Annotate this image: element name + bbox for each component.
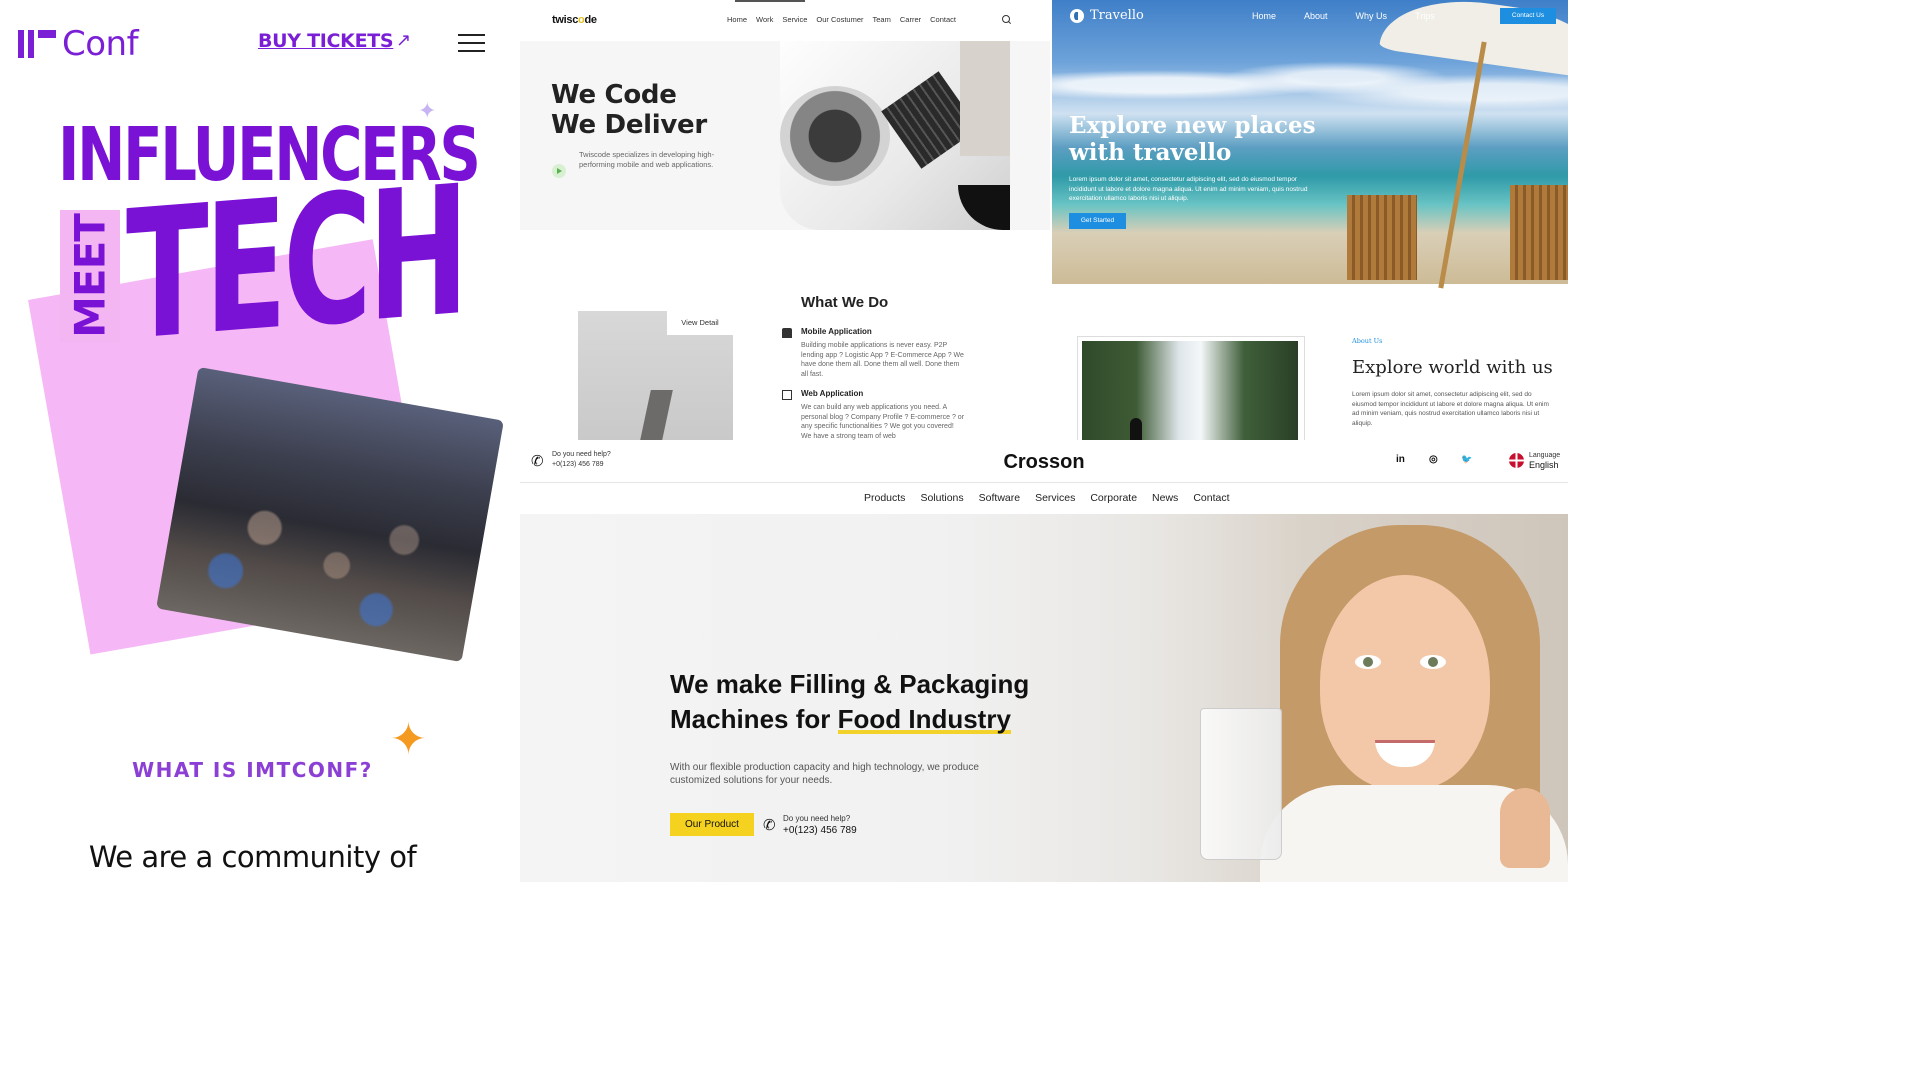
scroll-indicator xyxy=(735,0,805,2)
nav-home[interactable]: Home xyxy=(1252,11,1276,21)
travello-logo-text: Travello xyxy=(1090,8,1144,23)
travello-hero-title: Explore new places with travello xyxy=(1069,112,1316,166)
person-silhouette xyxy=(1130,418,1142,440)
linkedin-icon[interactable]: in xyxy=(1396,454,1405,465)
crosson-hero-text: With our flexible production capacity an… xyxy=(670,762,979,786)
hero-title-line2: Machines for Food Industry xyxy=(670,702,1029,737)
nav-products[interactable]: Products xyxy=(864,492,905,504)
travello-hero-text: Lorem ipsum dolor sit amet, consectetur … xyxy=(1069,176,1308,202)
waterfall-image xyxy=(1082,341,1298,440)
nav-solutions[interactable]: Solutions xyxy=(920,492,963,504)
twiscode-logo-main: twisc xyxy=(552,14,579,26)
hero-help-number[interactable]: +0(123) 456 789 xyxy=(783,825,857,836)
service-title-mobile: Mobile Application xyxy=(801,327,872,336)
hero-help-question: Do you need help? xyxy=(783,814,851,823)
nav-contact[interactable]: Contact xyxy=(1193,492,1229,504)
android-icon xyxy=(782,328,792,338)
search-icon[interactable] xyxy=(1002,15,1010,23)
contact-us-button[interactable]: Contact Us xyxy=(1500,8,1556,24)
imtconf-logo-text: Conf xyxy=(62,24,139,64)
imtconf-logo-mark xyxy=(18,30,56,58)
service-text-mobile: Building mobile applications is never ea… xyxy=(801,342,964,378)
imtconf-panel: Conf BUY TICKETS ↗ INFLUENCERS MEET TECH… xyxy=(0,0,519,882)
service-text-web: We can build any web applications you ne… xyxy=(801,404,965,440)
hero-title-line1: We make Filling & Packaging xyxy=(670,669,1030,699)
twiscode-hero-subtitle: Twiscode specializes in developing high-… xyxy=(579,150,715,169)
hero-title-highlight: Food Industry xyxy=(837,704,1011,734)
device-closeup-image xyxy=(780,86,890,186)
hands-image xyxy=(960,41,1010,156)
our-product-button[interactable]: Our Product xyxy=(670,813,754,836)
get-started-button[interactable]: Get Started xyxy=(1069,213,1126,229)
nav-work[interactable]: Work xyxy=(756,15,773,24)
travello-nav: Home About Why Us Trips xyxy=(1252,11,1435,21)
nav-corporate[interactable]: Corporate xyxy=(1090,492,1137,504)
twiscode-logo-end: de xyxy=(584,14,597,26)
hero-title-line2-plain: Machines for xyxy=(670,704,838,734)
crosson-logo[interactable]: Crosson xyxy=(520,451,1568,474)
milk-glass-image xyxy=(1200,708,1282,860)
about-us-title: Explore world with us xyxy=(1352,357,1553,378)
nav-team[interactable]: Team xyxy=(873,15,891,24)
beach-chair-left xyxy=(1347,195,1417,280)
sparkle-star-icon: ✦ xyxy=(390,715,427,764)
community-text: We are a community of xyxy=(88,840,417,874)
buy-tickets-link[interactable]: BUY TICKETS xyxy=(258,30,394,52)
hero-title-line2: We Deliver xyxy=(551,110,707,140)
crosson-hero-title: We make Filling & Packaging Machines for… xyxy=(670,667,1029,737)
nav-service[interactable]: Service xyxy=(782,15,807,24)
nav-home[interactable]: Home xyxy=(727,15,747,24)
travello-logo[interactable]: Travello xyxy=(1070,8,1144,23)
nav-contact[interactable]: Contact xyxy=(930,15,956,24)
nav-our-costumer[interactable]: Our Costumer xyxy=(816,15,863,24)
twitter-icon[interactable]: 🐦 xyxy=(1461,454,1472,465)
nav-carrer[interactable]: Carrer xyxy=(900,15,921,24)
what-is-heading: WHAT IS IMTCONF? xyxy=(132,758,373,782)
nav-trips[interactable]: Trips xyxy=(1415,11,1435,21)
service-title-web: Web Application xyxy=(801,389,864,398)
language-select[interactable]: English xyxy=(1529,460,1559,470)
twiscode-logo[interactable]: twiscode xyxy=(552,14,597,26)
arrow-up-right-icon: ↗ xyxy=(396,30,412,50)
imtconf-logo[interactable]: Conf xyxy=(18,24,139,64)
hero-title-line1: We Code xyxy=(551,80,677,110)
nav-about[interactable]: About xyxy=(1304,11,1328,21)
twiscode-hero-title: We Code We Deliver xyxy=(551,80,707,140)
instagram-icon[interactable]: ◎ xyxy=(1429,454,1438,465)
beach-chair-right xyxy=(1510,185,1568,280)
twiscode-nav: Home Work Service Our Costumer Team Carr… xyxy=(727,15,956,24)
hero-meet: MEET xyxy=(65,214,115,338)
hamburger-menu-icon[interactable] xyxy=(458,34,485,58)
thumbs-up-hand xyxy=(1500,788,1550,868)
girl-eye-left xyxy=(1355,655,1381,669)
crosson-nav: Products Solutions Software Services Cor… xyxy=(864,492,1230,504)
phone-icon: ✆ xyxy=(763,817,776,834)
girl-eye-right xyxy=(1420,655,1446,669)
crosson-panel: ✆ Do you need help? +0(123) 456 789 Cros… xyxy=(520,440,1568,882)
twiscode-panel: twiscode Home Work Service Our Costumer … xyxy=(520,0,1050,440)
uk-flag-icon[interactable] xyxy=(1509,453,1524,468)
travello-panel: Travello Home About Why Us Trips Contact… xyxy=(1052,0,1568,440)
about-us-label: About Us xyxy=(1352,337,1383,345)
nav-news[interactable]: News xyxy=(1152,492,1178,504)
travello-logo-icon xyxy=(1070,8,1084,23)
language-label: Language xyxy=(1529,452,1561,459)
what-we-do-heading: What We Do xyxy=(801,294,889,311)
play-icon[interactable] xyxy=(552,164,566,178)
about-us-text: Lorem ipsum dolor sit amet, consectetur … xyxy=(1352,391,1549,427)
nav-why-us[interactable]: Why Us xyxy=(1356,11,1388,21)
nav-services[interactable]: Services xyxy=(1035,492,1075,504)
browser-window-icon xyxy=(782,390,792,400)
hero-tech: TECH xyxy=(126,146,466,380)
nav-software[interactable]: Software xyxy=(979,492,1020,504)
sparkle-icon: ✦ xyxy=(418,98,437,123)
header-divider xyxy=(520,482,1568,483)
view-detail-button[interactable]: View Detail xyxy=(667,311,733,335)
